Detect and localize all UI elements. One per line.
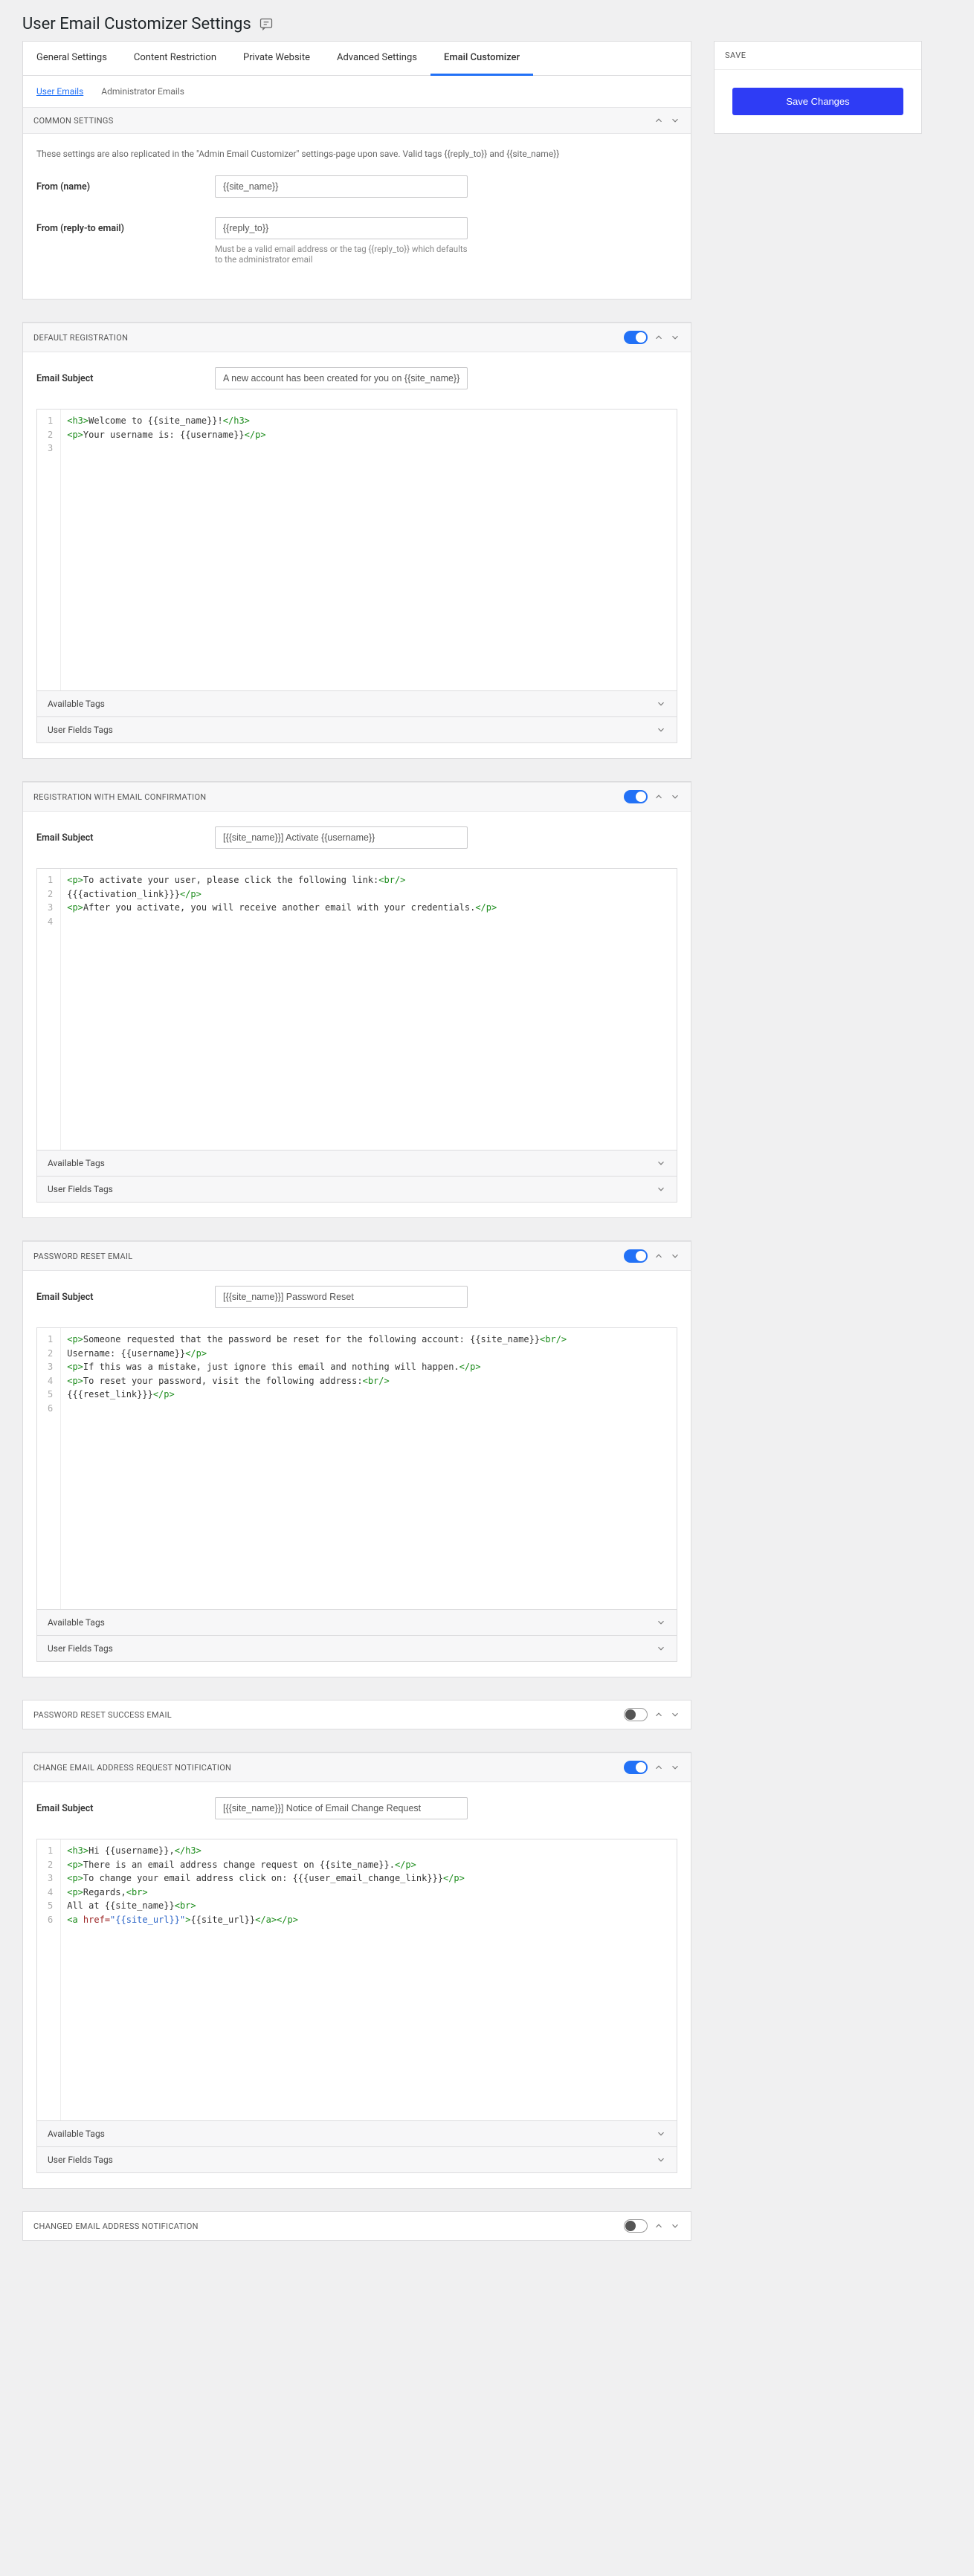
gutter: 123456: [37, 1328, 61, 1609]
tab-general-settings[interactable]: General Settings: [23, 42, 120, 75]
pw-reset-success-header: PASSWORD RESET SUCCESS EMAIL: [22, 1700, 691, 1729]
chevron-up-icon[interactable]: [654, 1251, 664, 1261]
reg-confirm-subject-label: Email Subject: [36, 826, 215, 844]
default-registration-toggle[interactable]: [624, 331, 648, 344]
reg-confirm-user-fields-tags[interactable]: User Fields Tags: [36, 1177, 677, 1203]
pw-reset-subject-input[interactable]: [215, 1286, 468, 1308]
chevron-up-icon[interactable]: [654, 2221, 664, 2231]
chevron-down-icon[interactable]: [656, 1184, 666, 1194]
chevron-down-icon[interactable]: [670, 1709, 680, 1720]
change-email-req-subject-label: Email Subject: [36, 1797, 215, 1814]
chevron-down-icon[interactable]: [656, 725, 666, 735]
chevron-down-icon[interactable]: [670, 1251, 680, 1261]
pw-reset-user-fields-tags[interactable]: User Fields Tags: [36, 1636, 677, 1662]
changed-email-header: CHANGED EMAIL ADDRESS NOTIFICATION: [22, 2211, 691, 2241]
chevron-down-icon[interactable]: [670, 792, 680, 802]
changed-email-toggle[interactable]: [624, 2219, 648, 2233]
from-reply-hint: Must be a valid email address or the tag…: [215, 244, 468, 265]
reg-confirm-toggle[interactable]: [624, 790, 648, 803]
save-changes-button[interactable]: Save Changes: [732, 88, 903, 115]
default-registration-user-fields-tags[interactable]: User Fields Tags: [36, 717, 677, 743]
tab-content-restriction[interactable]: Content Restriction: [120, 42, 230, 75]
pw-reset-panel: PASSWORD RESET EMAIL Email Subject 123456<…: [22, 1240, 691, 1677]
from-name-label: From (name): [36, 175, 215, 192]
change-email-req-panel: CHANGE EMAIL ADDRESS REQUEST NOTIFICATIO…: [22, 1752, 691, 2189]
from-name-input[interactable]: [215, 175, 468, 198]
change-email-req-header: CHANGE EMAIL ADDRESS REQUEST NOTIFICATIO…: [23, 1753, 691, 1782]
chevron-up-icon[interactable]: [654, 1709, 664, 1720]
save-panel-header: SAVE: [715, 42, 921, 70]
common-hint: These settings are also replicated in th…: [36, 149, 677, 159]
reg-confirm-header: REGISTRATION WITH EMAIL CONFIRMATION: [23, 782, 691, 812]
pw-reset-toggle[interactable]: [624, 1249, 648, 1263]
pw-reset-success-toggle[interactable]: [624, 1708, 648, 1721]
reg-confirm-panel: REGISTRATION WITH EMAIL CONFIRMATION Emai…: [22, 781, 691, 1218]
chevron-up-icon[interactable]: [654, 332, 664, 343]
reg-confirm-editor[interactable]: 1234<p>To activate your user, please cli…: [36, 868, 677, 1151]
reg-confirm-subject-input[interactable]: [215, 826, 468, 849]
tab-private-website[interactable]: Private Website: [230, 42, 323, 75]
default-registration-subject-input[interactable]: [215, 367, 468, 389]
from-reply-input[interactable]: [215, 217, 468, 239]
pw-reset-subject-label: Email Subject: [36, 1286, 215, 1303]
tabs-panel: General SettingsContent RestrictionPriva…: [22, 41, 691, 300]
change-email-req-subject-input[interactable]: [215, 1797, 468, 1819]
subtab-administrator-emails[interactable]: Administrator Emails: [101, 83, 184, 100]
chevron-down-icon[interactable]: [670, 332, 680, 343]
chevron-down-icon[interactable]: [656, 1617, 666, 1628]
chevron-down-icon[interactable]: [670, 115, 680, 126]
default-registration-editor[interactable]: 123<h3>Welcome to {{site_name}}!</h3> <p…: [36, 409, 677, 691]
change-email-req-editor[interactable]: 123456<h3>Hi {{username}},</h3> <p>There…: [36, 1839, 677, 2121]
chevron-up-icon[interactable]: [654, 115, 664, 126]
common-settings-header: COMMON SETTINGS: [23, 107, 691, 134]
page-title: User Email Customizer Settings: [22, 15, 251, 33]
tab-email-customizer[interactable]: Email Customizer: [430, 42, 533, 76]
default-registration-subject-label: Email Subject: [36, 367, 215, 384]
pw-reset-editor[interactable]: 123456<p>Someone requested that the pass…: [36, 1327, 677, 1610]
default-registration-header: DEFAULT REGISTRATION: [23, 323, 691, 352]
chevron-down-icon[interactable]: [656, 1158, 666, 1168]
default-registration-panel: DEFAULT REGISTRATION Email Subject 123<h3>…: [22, 322, 691, 759]
from-reply-label: From (reply-to email): [36, 217, 215, 234]
chevron-down-icon[interactable]: [656, 2129, 666, 2139]
reg-confirm-available-tags[interactable]: Available Tags: [36, 1151, 677, 1177]
gutter: 123456: [37, 1839, 61, 2120]
gutter: 123: [37, 410, 61, 690]
pw-reset-header: PASSWORD RESET EMAIL: [23, 1241, 691, 1271]
gutter: 1234: [37, 869, 61, 1150]
docs-icon[interactable]: [259, 17, 274, 32]
change-email-req-user-fields-tags[interactable]: User Fields Tags: [36, 2147, 677, 2173]
chevron-down-icon[interactable]: [670, 2221, 680, 2231]
chevron-up-icon[interactable]: [654, 792, 664, 802]
subtab-user-emails[interactable]: User Emails: [36, 83, 83, 100]
chevron-down-icon[interactable]: [656, 699, 666, 709]
chevron-down-icon[interactable]: [656, 1643, 666, 1654]
tab-advanced-settings[interactable]: Advanced Settings: [323, 42, 430, 75]
chevron-down-icon[interactable]: [670, 1762, 680, 1773]
pw-reset-available-tags[interactable]: Available Tags: [36, 1610, 677, 1636]
save-panel: SAVE Save Changes: [714, 41, 922, 134]
chevron-down-icon[interactable]: [656, 2155, 666, 2165]
change-email-req-available-tags[interactable]: Available Tags: [36, 2121, 677, 2147]
default-registration-available-tags[interactable]: Available Tags: [36, 691, 677, 717]
chevron-up-icon[interactable]: [654, 1762, 664, 1773]
change-email-req-toggle[interactable]: [624, 1761, 648, 1774]
